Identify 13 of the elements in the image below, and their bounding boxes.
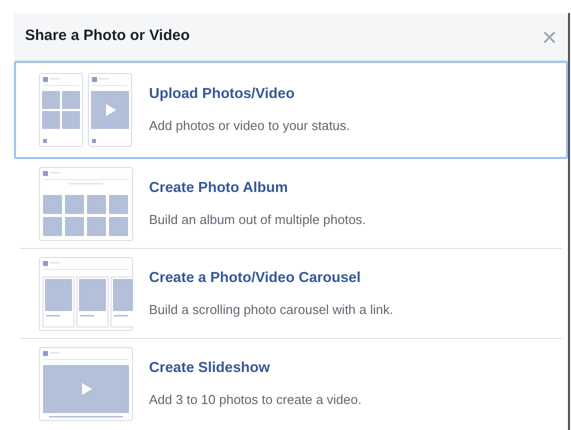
option-title: Create a Photo/Video Carousel [149,268,362,288]
dialog-title: Share a Photo or Video [25,26,190,46]
share-option[interactable]: Create Slideshow Add 3 to 10 photos to create a video. [14,339,568,428]
option-description: Add 3 to 10 photos to create a video. [149,390,362,409]
option-description: Add photos or video to your status. [149,117,350,136]
share-option[interactable]: Create a Photo/Video Carousel Build a scrolling photo carousel with a link. [14,249,568,338]
option-title: Create Slideshow [149,358,271,378]
share-option[interactable]: Create Photo Album Build an album out of multiple photos. [14,159,568,248]
share-option[interactable]: Upload Photos/Video Add photos or video to your status. [14,61,568,159]
option-description: Build an album out of multiple photos. [149,210,366,229]
option-description: Build a scrolling photo carousel with a link. [149,300,394,319]
option-title: Create Photo Album [149,178,289,198]
option-title: Upload Photos/Video [149,85,296,104]
